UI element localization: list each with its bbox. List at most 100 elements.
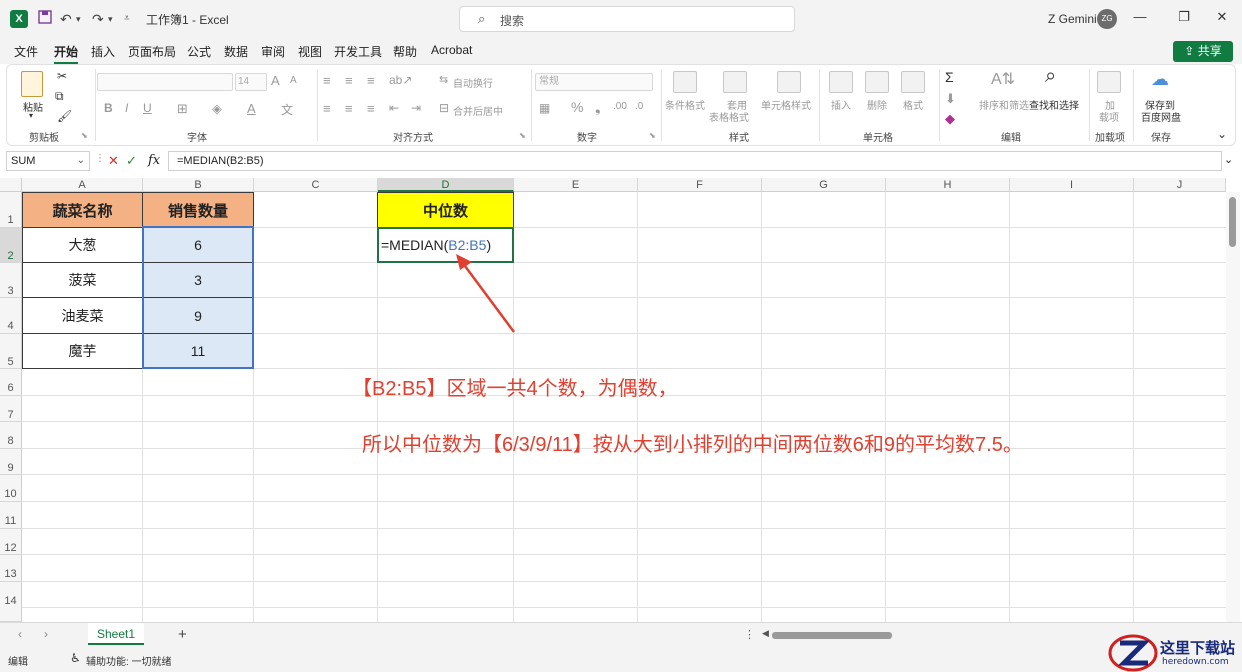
delete-cells-icon[interactable]	[865, 71, 889, 93]
table-format-icon[interactable]	[723, 71, 747, 93]
insert-cells-icon[interactable]	[829, 71, 853, 93]
increase-indent-icon[interactable]: ⇥	[411, 101, 421, 115]
italic-icon[interactable]: I	[125, 101, 128, 115]
row-header[interactable]: 3	[0, 263, 22, 298]
column-header[interactable]: E	[514, 178, 638, 192]
decrease-indent-icon[interactable]: ⇤	[389, 101, 399, 115]
cell-b1[interactable]: 销售数量	[142, 192, 254, 228]
currency-icon[interactable]: ▦	[539, 101, 550, 115]
name-box[interactable]: SUM ⌄	[6, 151, 90, 171]
fill-icon[interactable]: ⬇	[945, 91, 956, 107]
addins-label-2[interactable]: 载项	[1099, 109, 1119, 124]
prev-sheet-icon[interactable]: ‹	[18, 627, 22, 641]
wrap-text-icon[interactable]: ⇆	[439, 73, 448, 86]
column-header[interactable]: A	[22, 178, 143, 192]
user-name[interactable]: Z Gemini	[1048, 12, 1097, 26]
row-header[interactable]: 11	[0, 502, 22, 529]
horizontal-scroll-thumb[interactable]	[772, 632, 892, 639]
undo-dropdown-icon[interactable]: ▾	[76, 10, 81, 28]
row-header[interactable]: 9	[0, 449, 22, 475]
row-header[interactable]: 4	[0, 298, 22, 334]
format-cells-label[interactable]: 格式	[903, 97, 923, 112]
tab-file[interactable]: 文件	[14, 43, 38, 60]
font-size-combo[interactable]: 14	[235, 73, 267, 91]
table-format-label-2[interactable]: 表格格式	[709, 109, 749, 124]
font-color-icon[interactable]: A	[247, 101, 256, 116]
row-header[interactable]: 12	[0, 529, 22, 555]
percent-icon[interactable]: %	[571, 99, 583, 115]
row-header[interactable]: 6	[0, 369, 22, 396]
copy-icon[interactable]: ⧉	[55, 89, 64, 104]
tab-insert[interactable]: 插入	[91, 43, 115, 60]
row-header[interactable]: 8	[0, 422, 22, 449]
bold-icon[interactable]: B	[104, 101, 113, 115]
tab-home[interactable]: 开始	[54, 43, 79, 64]
align-right-icon[interactable]: ≡	[367, 101, 375, 116]
undo-icon[interactable]: ↶	[60, 10, 72, 28]
tab-developer[interactable]: 开发工具	[334, 43, 382, 60]
row-header[interactable]: 5	[0, 334, 22, 369]
number-format-combo[interactable]: 常规	[535, 73, 653, 91]
column-header[interactable]: I	[1010, 178, 1134, 192]
column-header[interactable]: C	[254, 178, 378, 192]
cell-d1[interactable]: 中位数	[377, 192, 514, 228]
formula-input[interactable]: =MEDIAN(B2:B5)	[168, 151, 1222, 171]
column-header[interactable]: F	[638, 178, 762, 192]
ribbon-collapse-icon[interactable]: ⌄	[1217, 127, 1227, 141]
paste-dropdown-icon[interactable]: ▾	[29, 111, 33, 120]
find-select-label[interactable]: 查找和选择	[1029, 97, 1079, 112]
delete-cells-label[interactable]: 删除	[867, 97, 887, 112]
column-header[interactable]: H	[886, 178, 1010, 192]
tab-view[interactable]: 视图	[298, 43, 322, 60]
row-header[interactable]: 7	[0, 396, 22, 422]
addins-icon[interactable]	[1097, 71, 1121, 93]
alignment-launcher-icon[interactable]: ⬊	[519, 131, 526, 140]
insert-cells-label[interactable]: 插入	[831, 97, 851, 112]
tab-data[interactable]: 数据	[224, 43, 248, 60]
font-name-combo[interactable]	[97, 73, 233, 91]
accessibility-icon[interactable]: ♿	[70, 651, 81, 665]
column-header[interactable]: B	[143, 178, 254, 192]
vertical-scrollbar[interactable]	[1226, 192, 1240, 622]
save-baidu-label-2[interactable]: 百度网盘	[1141, 109, 1181, 124]
accessibility-status[interactable]: 辅助功能: 一切就绪	[86, 653, 172, 668]
cell-a2[interactable]: 大葱	[22, 227, 143, 263]
search-box[interactable]: ⌕ 搜索	[459, 6, 795, 32]
cut-icon[interactable]: ✂	[57, 69, 67, 83]
comma-icon[interactable]: ❟	[595, 99, 601, 116]
find-select-icon[interactable]: ⌕	[1045, 65, 1056, 88]
align-center-icon[interactable]: ≡	[345, 101, 353, 116]
cell-a1[interactable]: 蔬菜名称	[22, 192, 143, 228]
cancel-icon[interactable]: ✕	[108, 153, 119, 169]
cell-style-label[interactable]: 单元格样式	[761, 97, 811, 112]
vertical-scroll-thumb[interactable]	[1229, 197, 1236, 247]
sort-filter-icon[interactable]: A⇅	[991, 69, 1015, 89]
cell-a4[interactable]: 油麦菜	[22, 297, 143, 334]
paste-icon[interactable]	[21, 71, 43, 97]
enter-icon[interactable]: ✓	[126, 153, 137, 169]
merge-center-label[interactable]: 合并后居中	[453, 103, 503, 118]
share-button[interactable]: ⇪ 共享	[1173, 41, 1233, 62]
orientation-icon[interactable]: ab↗	[389, 73, 412, 87]
expand-formula-icon[interactable]: ⌄	[1224, 153, 1233, 166]
align-top-icon[interactable]: ≡	[323, 73, 331, 88]
minimize-icon[interactable]: —	[1130, 9, 1150, 24]
tab-split-grip-icon[interactable]: ⋮	[744, 628, 755, 641]
cell-a5[interactable]: 魔芋	[22, 333, 143, 369]
row-header[interactable]: 1	[0, 192, 22, 228]
add-sheet-button[interactable]: +	[178, 626, 187, 643]
scroll-left-icon[interactable]: ◀	[762, 628, 769, 639]
conditional-format-label[interactable]: 条件格式	[665, 97, 705, 112]
number-launcher-icon[interactable]: ⬊	[649, 131, 656, 140]
tab-acrobat[interactable]: Acrobat	[431, 43, 472, 57]
redo-dropdown-icon[interactable]: ▾	[108, 10, 113, 28]
tab-formulas[interactable]: 公式	[187, 43, 211, 60]
cell-a3[interactable]: 菠菜	[22, 262, 143, 298]
row-header[interactable]: 14	[0, 582, 22, 622]
cell-style-icon[interactable]	[777, 71, 801, 93]
sheet-tab-sheet1[interactable]: Sheet1	[88, 623, 144, 645]
increase-decimal-icon[interactable]: .00	[613, 101, 627, 112]
conditional-format-icon[interactable]	[673, 71, 697, 93]
tab-review[interactable]: 审阅	[261, 43, 285, 60]
avatar[interactable]: ZG	[1097, 9, 1117, 29]
